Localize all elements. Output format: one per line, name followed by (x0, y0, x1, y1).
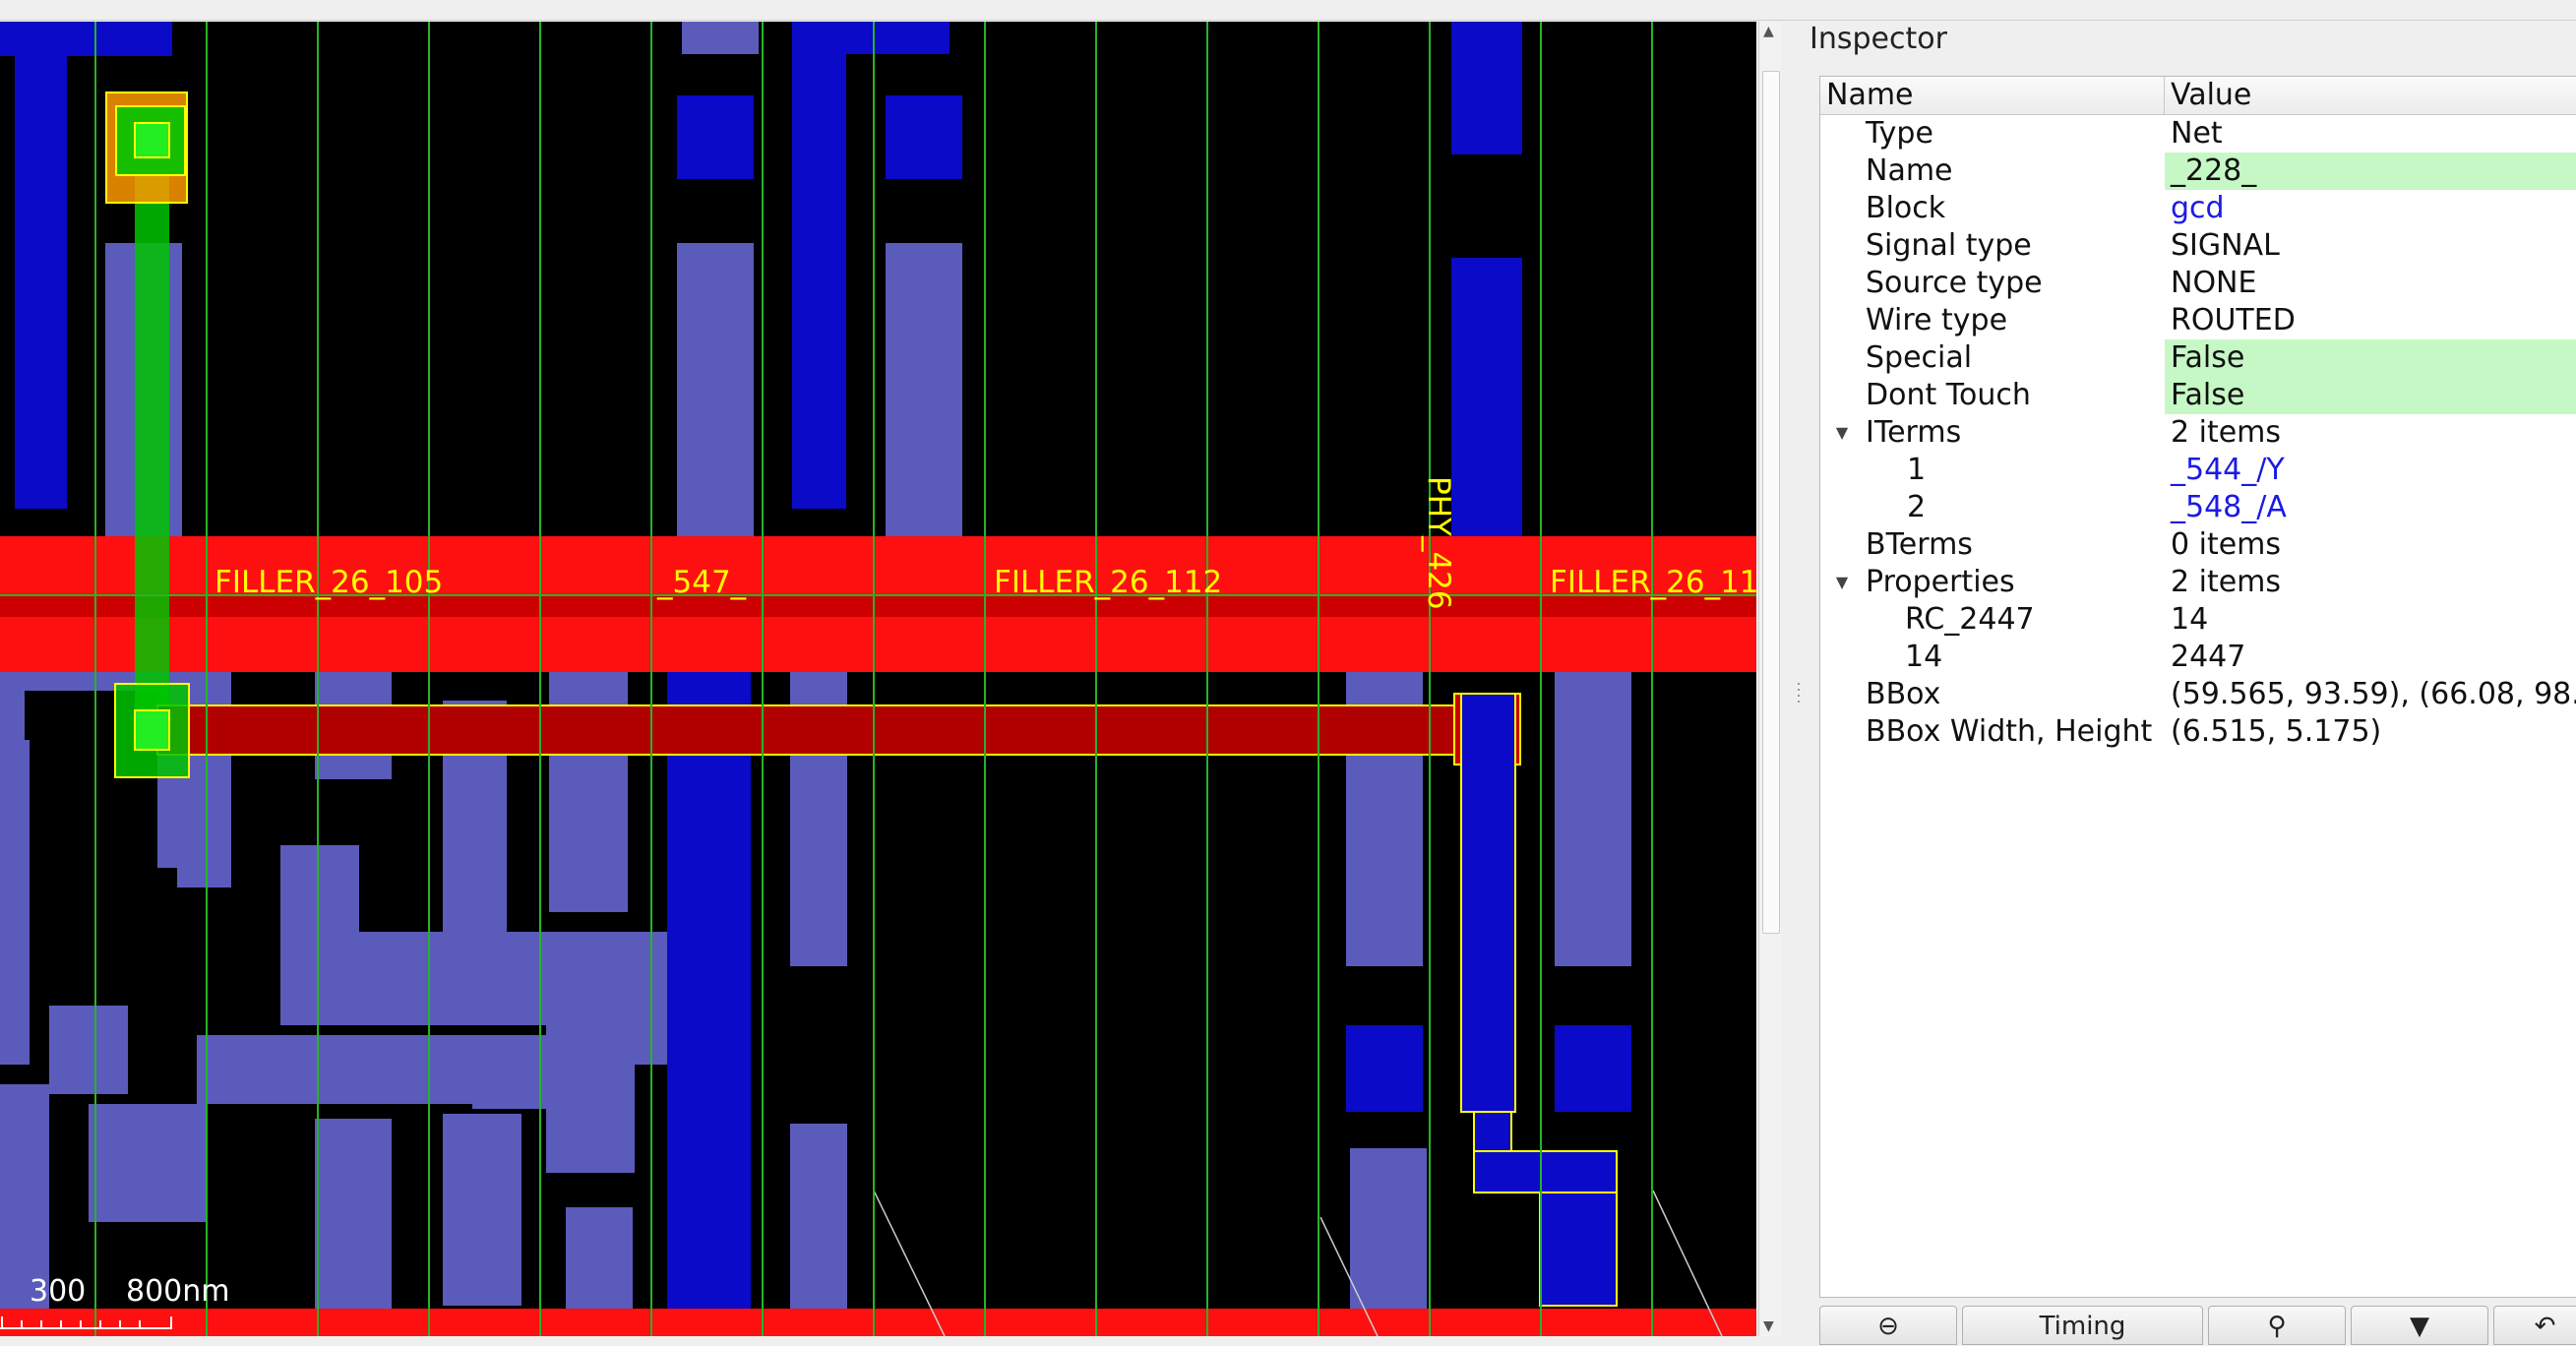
expand-arrow-icon[interactable]: ▼ (1832, 564, 1852, 601)
scroll-up-icon[interactable]: ▲ (1763, 24, 1774, 39)
property-value-editable[interactable]: False (2165, 377, 2576, 414)
property-row-bbox-size[interactable]: BBox Width, Height (6.515, 5.175) (1820, 713, 2576, 751)
inspector-title: Inspector (1809, 22, 1947, 56)
layout-canvas[interactable]: FILLER_26_105 _547_ FILLER_26_112 FILLER… (0, 22, 1756, 1336)
property-name: Source type (1866, 266, 2043, 300)
inspector-button-bar: ⊖ Timing ⚲ ▼ ↶ (1819, 1306, 2576, 1345)
property-name: BTerms (1866, 527, 1973, 562)
inspector-panel: Inspector Name Value Type Net Name _228_… (1804, 22, 2576, 1345)
zoom-icon: ⊖ (1877, 1312, 1899, 1341)
inspector-tree[interactable]: Name Value Type Net Name _228_ Block gcd… (1819, 76, 2576, 1298)
property-value: 2447 (2171, 640, 2246, 674)
property-row-properties[interactable]: ▼ Properties 2 items (1820, 564, 2576, 601)
property-value: 14 (2171, 602, 2209, 637)
property-row-dont-touch[interactable]: Dont Touch False (1820, 377, 2576, 414)
property-name: Name (1866, 153, 1953, 188)
property-name: Wire type (1866, 303, 2008, 337)
highlight-button[interactable]: ▼ (2351, 1306, 2488, 1345)
timing-button[interactable]: Timing (1962, 1306, 2203, 1345)
property-row-bbox[interactable]: BBox (59.565, 93.59), (66.08, 98.76 (1820, 676, 2576, 713)
undo-icon: ↶ (2534, 1312, 2556, 1341)
layout-vertical-scrollbar[interactable]: ▲ ▼ (1758, 22, 1781, 1336)
scale-label-300: 300 (30, 1274, 86, 1309)
property-row-source-type[interactable]: Source type NONE (1820, 265, 2576, 302)
scrollbar-thumb[interactable] (1762, 71, 1780, 934)
property-name: 2 (1907, 490, 1927, 524)
property-row-bterms[interactable]: BTerms 0 items (1820, 526, 2576, 564)
property-value: 2 items (2171, 565, 2282, 599)
property-row-signal-type[interactable]: Signal type SIGNAL (1820, 227, 2576, 265)
property-value: NONE (2171, 266, 2257, 300)
property-row-type[interactable]: Type Net (1820, 115, 2576, 153)
property-name: Block (1866, 191, 1946, 225)
iterm-link[interactable]: _548_/A (2165, 489, 2576, 526)
property-value: (6.515, 5.175) (2171, 714, 2382, 749)
property-value-editable[interactable]: _228_ (2165, 153, 2576, 190)
panel-splitter-handle[interactable] (1796, 679, 1802, 718)
property-name: BBox (1866, 677, 1941, 711)
property-value: Net (2171, 116, 2223, 151)
property-row-wire-type[interactable]: Wire type ROUTED (1820, 302, 2576, 339)
expand-arrow-icon[interactable]: ▼ (1832, 414, 1852, 452)
column-header-name[interactable]: Name (1820, 77, 2165, 114)
iterm-row-1[interactable]: 1 _544_/Y (1820, 452, 2576, 489)
property-name: Dont Touch (1866, 378, 2031, 412)
property-row-special[interactable]: Special False (1820, 339, 2576, 377)
property-row-block[interactable]: Block gcd (1820, 190, 2576, 227)
instance-label-filler-105: FILLER_26_105 (215, 565, 443, 600)
block-link[interactable]: gcd (2165, 190, 2576, 227)
column-header-value[interactable]: Value (2165, 77, 2576, 114)
instance-label-filler-112: FILLER_26_112 (994, 565, 1222, 600)
pin-button[interactable]: ⚲ (2208, 1306, 2346, 1345)
zoom-button[interactable]: ⊖ (1819, 1306, 1957, 1345)
property-value: ROUTED (2171, 303, 2296, 337)
highlighter-icon: ▼ (2410, 1312, 2429, 1341)
property-row-iterms[interactable]: ▼ ITerms 2 items (1820, 414, 2576, 452)
property-value: 2 items (2171, 415, 2282, 450)
scroll-down-icon[interactable]: ▼ (1763, 1318, 1774, 1334)
property-name: 14 (1905, 640, 1943, 674)
instance-label-547: _547_ (656, 565, 747, 600)
property-name: Properties (1866, 565, 2015, 599)
property-name: 1 (1907, 453, 1927, 487)
tree-header: Name Value (1820, 77, 2576, 115)
instance-label-filler-117: FILLER_26_117 (1550, 565, 1756, 600)
property-name: BBox Width, Height (1866, 714, 2153, 749)
scale-label-800nm: 800nm (126, 1274, 230, 1309)
iterm-link[interactable]: _544_/Y (2165, 452, 2576, 489)
property-row-rc[interactable]: RC_2447 14 (1820, 601, 2576, 639)
property-name: RC_2447 (1905, 602, 2035, 637)
top-toolbar (0, 0, 2576, 21)
property-name: Type (1866, 116, 1933, 151)
iterm-row-2[interactable]: 2 _548_/A (1820, 489, 2576, 526)
undo-button[interactable]: ↶ (2493, 1306, 2576, 1345)
property-row-name[interactable]: Name _228_ (1820, 153, 2576, 190)
property-value: (59.565, 93.59), (66.08, 98.76 (2171, 677, 2576, 711)
property-name: Special (1866, 340, 1973, 375)
property-value-editable[interactable]: False (2165, 339, 2576, 377)
property-value: SIGNAL (2171, 228, 2280, 263)
property-value: 0 items (2171, 527, 2282, 562)
property-name: ITerms (1866, 415, 1962, 450)
instance-label-phy-426: PHY_426 (1421, 476, 1456, 610)
pin-icon: ⚲ (2267, 1312, 2287, 1341)
property-row-14[interactable]: 14 2447 (1820, 639, 2576, 676)
property-name: Signal type (1866, 228, 2032, 263)
